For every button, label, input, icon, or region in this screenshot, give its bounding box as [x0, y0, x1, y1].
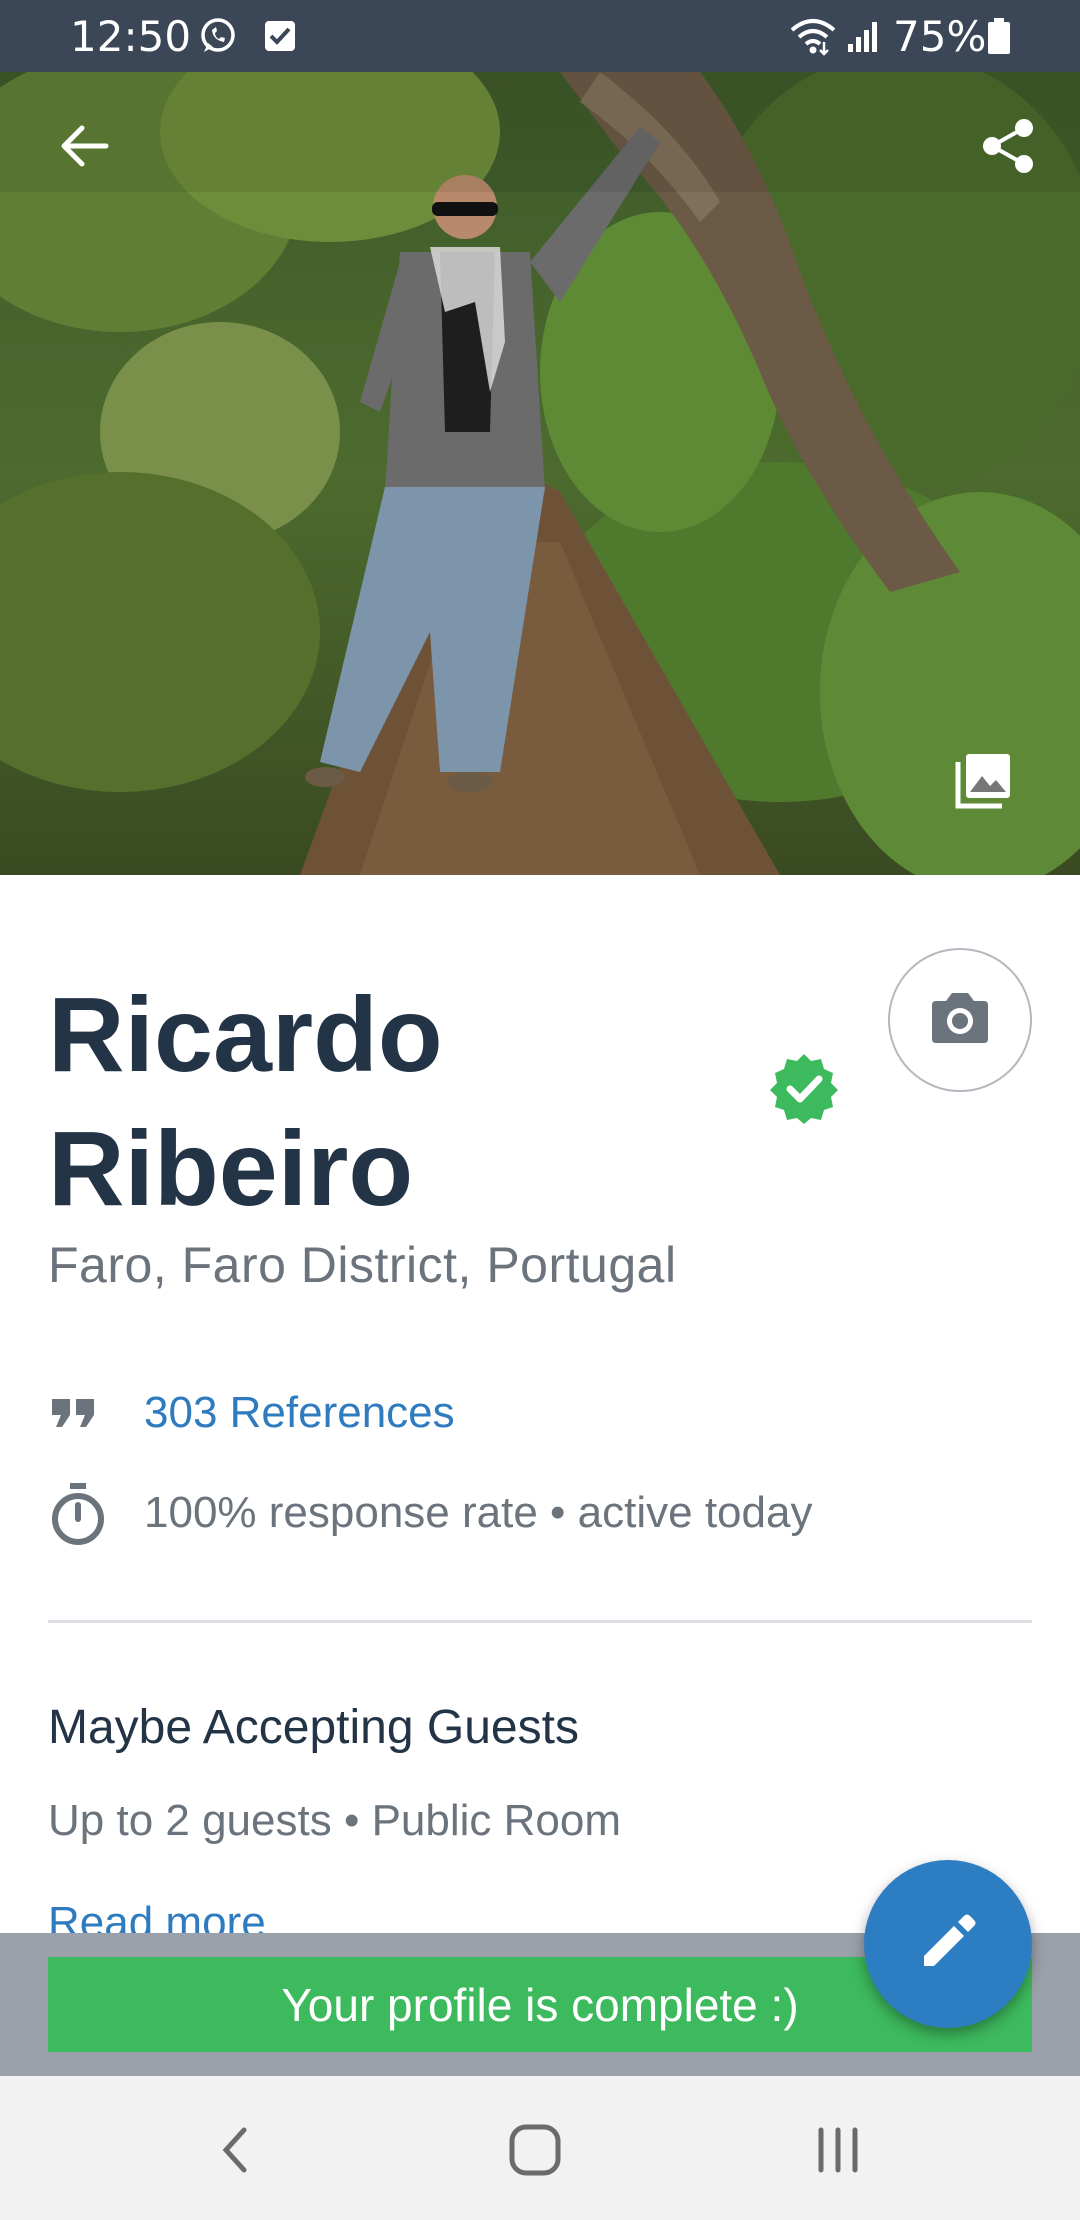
signal-icon	[844, 16, 884, 56]
back-button[interactable]	[44, 108, 124, 188]
response-row: 100% response rate • active today	[48, 1478, 812, 1548]
quote-icon	[48, 1378, 120, 1448]
references-row[interactable]: 303 References	[48, 1378, 455, 1448]
nav-recents-button[interactable]	[798, 2112, 878, 2192]
wifi-icon	[788, 16, 838, 56]
cover-photo-image	[0, 72, 1080, 875]
back-arrow-icon	[56, 118, 112, 179]
references-link[interactable]: 303 References	[144, 1388, 455, 1438]
gallery-button[interactable]	[944, 742, 1024, 822]
verified-badge-icon	[768, 1052, 840, 1124]
whatsapp-icon	[198, 16, 238, 56]
status-bar: 12:50 75%	[0, 0, 1080, 72]
battery-percent: 75%	[893, 12, 987, 61]
timer-icon	[48, 1478, 120, 1548]
nav-recents-icon	[813, 2125, 863, 2180]
photo-gallery-icon	[952, 748, 1016, 817]
camera-icon	[928, 991, 992, 1050]
hosting-details: Up to 2 guests • Public Room	[48, 1796, 622, 1845]
nav-back-button[interactable]	[196, 2112, 276, 2192]
nav-home-button[interactable]	[495, 2112, 575, 2192]
checkbox-icon	[260, 16, 300, 56]
battery-icon	[984, 16, 1014, 56]
response-rate: 100% response rate • active today	[144, 1488, 813, 1537]
system-nav-bar	[0, 2076, 1080, 2220]
profile-name: Ricardo Ribeiro	[48, 976, 443, 1228]
hosting-status: Maybe Accepting Guests	[48, 1701, 579, 1754]
nav-back-icon	[216, 2125, 256, 2180]
divider	[48, 1620, 1032, 1623]
edit-profile-button[interactable]	[864, 1860, 1032, 2028]
banner-text: Your profile is complete :)	[281, 1978, 799, 2031]
profile-location: Faro, Faro District, Portugal	[48, 1237, 677, 1293]
pencil-icon	[916, 1910, 980, 1979]
share-icon	[978, 116, 1038, 181]
status-time: 12:50	[70, 12, 192, 61]
cover-photo[interactable]	[0, 72, 1080, 875]
change-photo-button[interactable]	[888, 948, 1032, 1092]
share-button[interactable]	[968, 108, 1048, 188]
nav-home-icon	[507, 2122, 563, 2183]
